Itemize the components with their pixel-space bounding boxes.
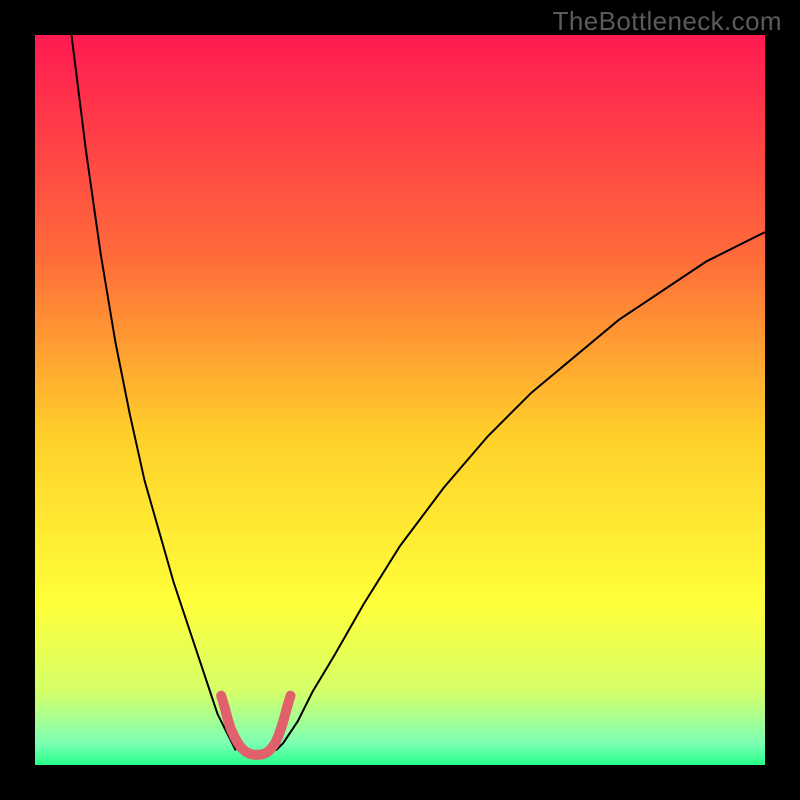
- bottleneck-chart: [35, 35, 765, 765]
- chart-container: TheBottleneck.com: [0, 0, 800, 800]
- plot-background: [35, 35, 765, 765]
- watermark-text: TheBottleneck.com: [553, 6, 782, 37]
